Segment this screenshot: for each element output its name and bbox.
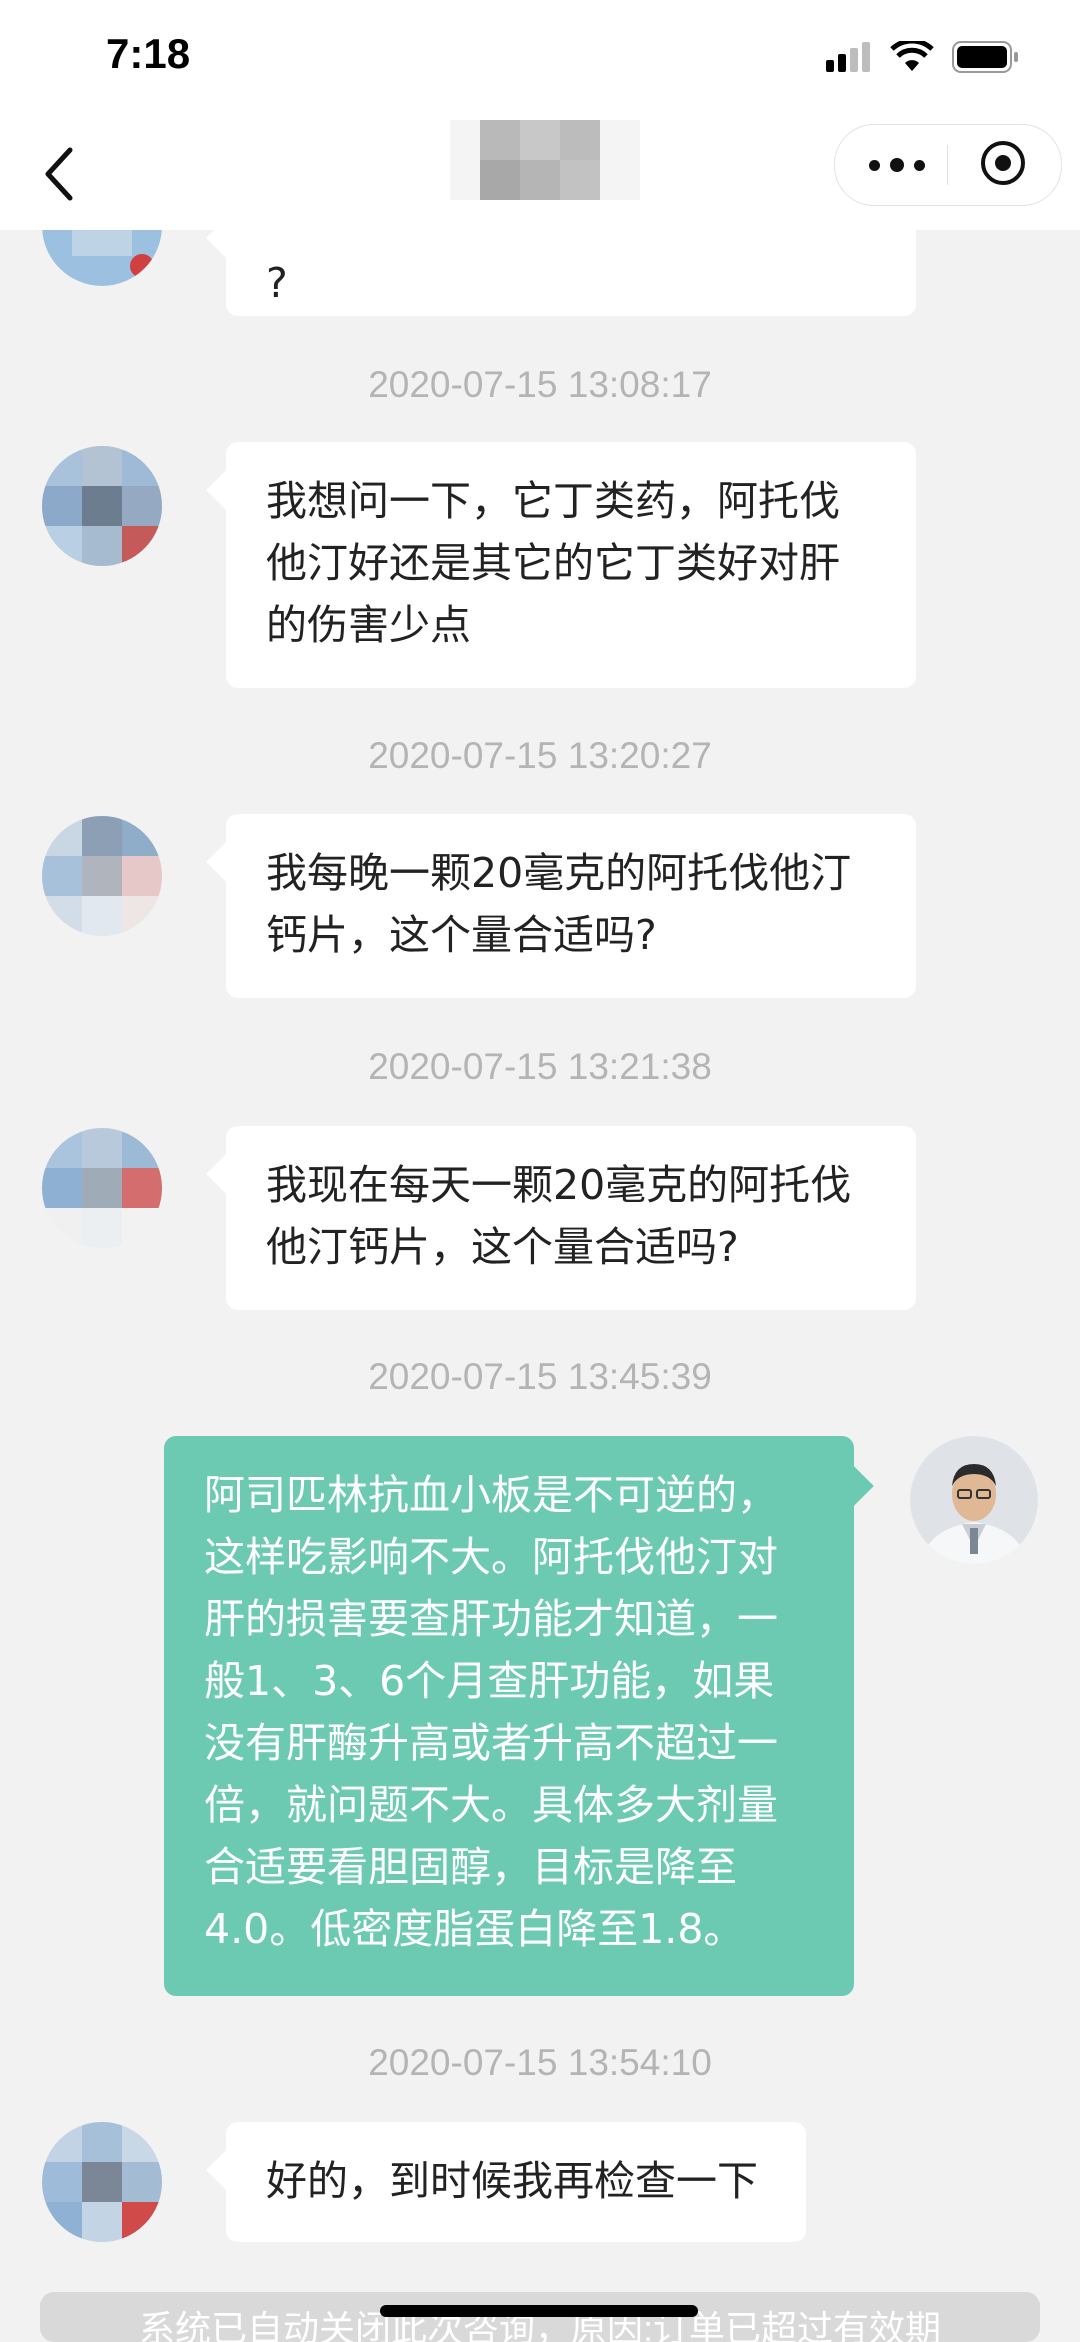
message-text: 我想问一下，它丁类药，阿托伐他汀好还是其它的它丁类好对肝的伤害少点 bbox=[266, 477, 840, 649]
patient-avatar bbox=[42, 816, 162, 936]
message-bubble-patient: 好的，到时候我再检查一下 bbox=[226, 2122, 806, 2242]
status-icons bbox=[826, 40, 1020, 74]
message-bubble-doctor: 阿司匹林抗血小板是不可逆的，这样吃影响不大。阿托伐他汀对肝的损害要查肝功能才知道… bbox=[164, 1436, 854, 1996]
message-text: ? bbox=[266, 259, 288, 307]
patient-avatar bbox=[42, 1128, 162, 1248]
message-bubble-patient: 我现在每天一颗20毫克的阿托伐他汀钙片，这个量合适吗? bbox=[226, 1126, 916, 1310]
message-timestamp: 2020-07-15 13:21:38 bbox=[368, 1046, 712, 1087]
patient-avatar bbox=[42, 2122, 162, 2242]
cellular-signal-icon bbox=[826, 42, 870, 72]
patient-avatar bbox=[42, 230, 162, 286]
blurred-title bbox=[450, 120, 640, 200]
mini-program-capsule bbox=[834, 124, 1062, 206]
message-bubble-patient: ? bbox=[226, 230, 916, 316]
home-indicator bbox=[380, 2305, 698, 2317]
chevron-left-icon[interactable] bbox=[38, 144, 82, 204]
message-timestamp: 2020-07-15 13:54:10 bbox=[368, 2042, 712, 2083]
wifi-icon bbox=[890, 41, 934, 71]
message-text: 我现在每天一颗20毫克的阿托伐他汀钙片，这个量合适吗? bbox=[266, 1161, 852, 1271]
nav-bar bbox=[0, 120, 1080, 230]
more-dots-icon[interactable] bbox=[869, 147, 925, 183]
target-icon[interactable] bbox=[981, 141, 1025, 185]
message-timestamp: 2020-07-15 13:08:17 bbox=[368, 364, 712, 405]
message-text: 阿司匹林抗血小板是不可逆的，这样吃影响不大。阿托伐他汀对肝的损害要查肝功能才知道… bbox=[204, 1471, 778, 1953]
system-notice: 系统已自动关闭此次咨询，原因:订单已超过有效期 bbox=[40, 2292, 1040, 2342]
message-bubble-patient: 我每晚一颗20毫克的阿托伐他汀钙片，这个量合适吗? bbox=[226, 814, 916, 998]
message-timestamp: 2020-07-15 13:45:39 bbox=[368, 1356, 712, 1397]
status-time: 7:18 bbox=[106, 30, 191, 77]
message-text: 好的，到时候我再检查一下 bbox=[266, 2157, 758, 2205]
doctor-avatar bbox=[910, 1436, 1038, 1564]
patient-avatar bbox=[42, 446, 162, 566]
chat-area[interactable]: ? 2020-07-15 13:08:17 我想问一下，它丁类药，阿托伐他汀好还… bbox=[0, 230, 1080, 2337]
message-timestamp: 2020-07-15 13:20:27 bbox=[368, 735, 712, 776]
message-bubble-patient: 我想问一下，它丁类药，阿托伐他汀好还是其它的它丁类好对肝的伤害少点 bbox=[226, 442, 916, 688]
status-bar: 7:18 bbox=[0, 0, 1080, 120]
capsule-divider bbox=[947, 145, 948, 185]
message-text: 我每晚一颗20毫克的阿托伐他汀钙片，这个量合适吗? bbox=[266, 849, 852, 959]
battery-icon bbox=[952, 41, 1018, 73]
